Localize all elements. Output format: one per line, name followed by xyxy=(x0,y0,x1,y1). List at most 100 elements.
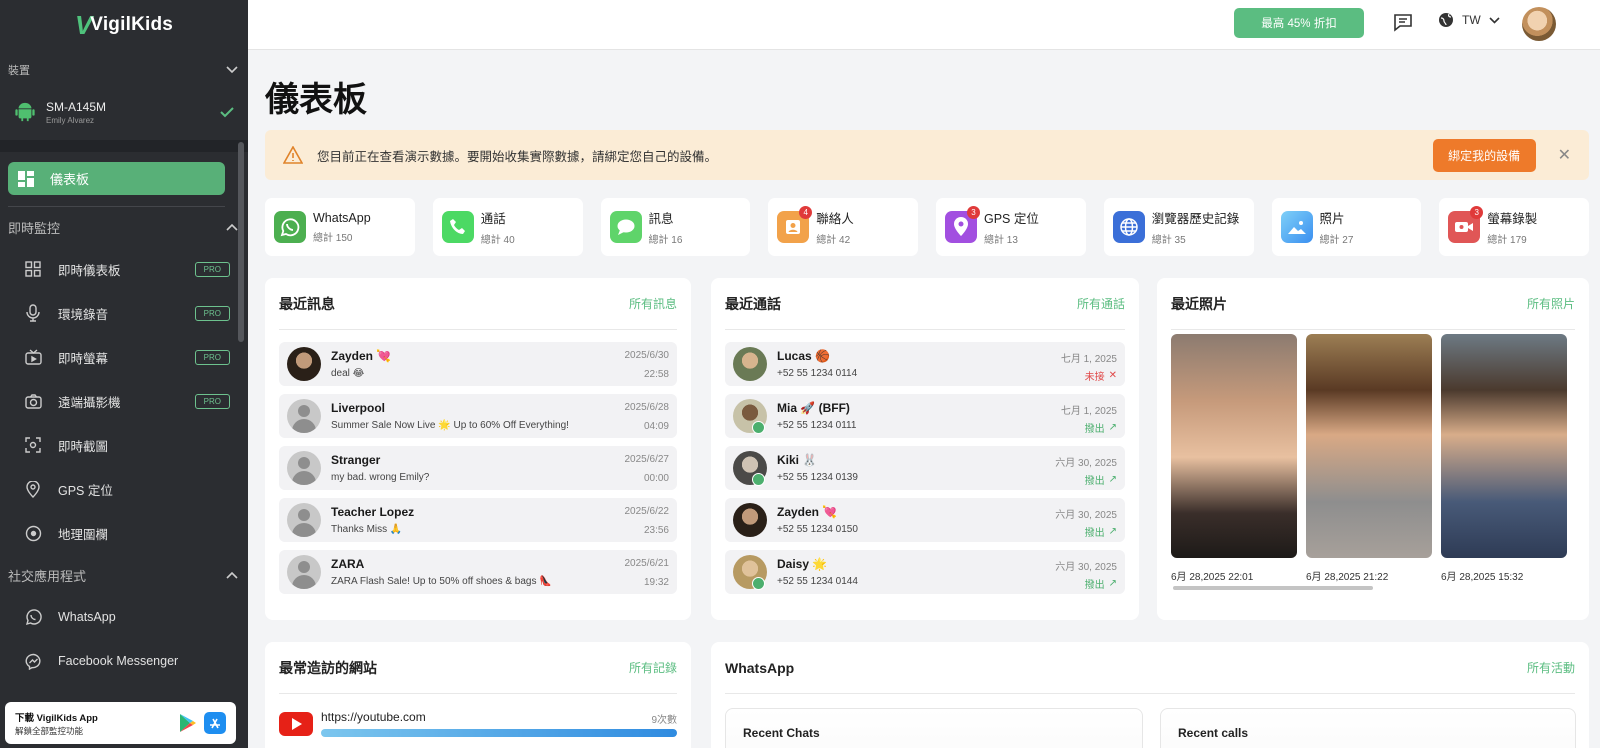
stat-name: GPS 定位 xyxy=(984,212,1039,226)
whatsapp-card: WhatsApp 所有活動 Recent Chats Recent calls xyxy=(711,642,1589,748)
photos-scrollbar[interactable] xyxy=(1173,586,1373,590)
call-date: 七月 1, 2025 xyxy=(1060,406,1117,417)
sidebar-item-geofence[interactable]: 地理圍欄 xyxy=(0,511,248,555)
contact-name: Kiki 🐰 xyxy=(777,453,818,467)
stat-card-messages[interactable]: 訊息 總計 16 xyxy=(600,198,751,256)
feedback-icon[interactable] xyxy=(1393,12,1413,32)
sidebar-item-dashboard[interactable]: 儀表板 xyxy=(8,162,225,195)
sidebar-item-live-screen[interactable]: 即時螢幕 PRO xyxy=(0,335,248,379)
phone-icon xyxy=(441,211,474,243)
photo-thumbnail[interactable] xyxy=(1441,334,1567,558)
stat-card-whatsapp[interactable]: WhatsApp 總計 150 xyxy=(265,198,415,256)
sidebar-item-gps[interactable]: GPS 定位 xyxy=(0,467,248,511)
promo-button[interactable]: 最高 45% 折扣 xyxy=(1234,8,1364,38)
realtime-section-header[interactable]: 即時監控 xyxy=(0,207,248,247)
message-date: 2025/6/21 xyxy=(624,558,670,569)
stat-name: 螢幕錄製 xyxy=(1487,212,1538,226)
sidebar-item-messenger[interactable]: Facebook Messenger xyxy=(0,639,248,683)
call-status-label: 撥出 xyxy=(1084,580,1105,591)
bind-device-button[interactable]: 綁定我的設備 xyxy=(1432,138,1536,172)
avatar xyxy=(733,347,767,381)
youtube-icon xyxy=(279,712,313,736)
stat-name: WhatsApp xyxy=(313,210,371,225)
stat-total: 總計 179 xyxy=(1487,235,1527,246)
sidebar-item-ambient-recording[interactable]: 環境錄音 PRO xyxy=(0,291,248,335)
call-row[interactable]: Kiki 🐰 +52 55 1234 0139 六月 30, 2025 撥出 ↗ xyxy=(725,446,1125,490)
avatar xyxy=(287,451,321,485)
message-preview: Summer Sale Now Live 🌟 Up to 60% Off Eve… xyxy=(331,420,569,431)
chevron-down-icon xyxy=(224,62,240,78)
message-row[interactable]: Stranger my bad. wrong Emily? 2025/6/27 … xyxy=(279,446,677,490)
stat-total: 總計 16 xyxy=(648,235,683,246)
sidebar-item-whatsapp[interactable]: WhatsApp xyxy=(0,595,248,639)
device-selector[interactable]: SM-A145M Emily Alvarez xyxy=(0,88,248,136)
download-app-banner[interactable]: 下載 VigilKids App 解鎖全部監控功能 xyxy=(5,702,236,744)
message-row[interactable]: ZARA ZARA Flash Sale! Up to 50% off shoe… xyxy=(279,550,677,594)
call-row[interactable]: Zayden 💘 +52 55 1234 0150 六月 30, 2025 撥出… xyxy=(725,498,1125,542)
whatsapp-icon xyxy=(24,608,42,626)
all-photos-link[interactable]: 所有照片 xyxy=(1527,295,1575,312)
whatsapp-badge-icon xyxy=(752,421,765,434)
contact-phone: +52 55 1234 0139 xyxy=(777,472,858,483)
outgoing-arrow-icon: ↗ xyxy=(1108,526,1117,537)
call-status-outgoing: 撥出 ↗ xyxy=(1085,576,1117,591)
main-content: 儀表板 您目前正在查看演示數據。要開始收集實際數據，請綁定您自己的設備。 綁定我… xyxy=(248,50,1600,748)
message-row[interactable]: Teacher Lopez Thanks Miss 🙏 2025/6/22 23… xyxy=(279,498,677,542)
message-date: 2025/6/22 xyxy=(624,506,670,517)
geofence-icon xyxy=(24,524,42,542)
message-row[interactable]: Liverpool Summer Sale Now Live 🌟 Up to 6… xyxy=(279,394,677,438)
all-activity-link[interactable]: 所有活動 xyxy=(1527,659,1575,676)
photo-thumbnail[interactable] xyxy=(1171,334,1297,558)
stat-card-calls[interactable]: 通話 總計 40 xyxy=(432,198,583,256)
avatar[interactable] xyxy=(1522,7,1556,41)
all-messages-link[interactable]: 所有訊息 xyxy=(629,295,677,312)
recent-chats-panel: Recent Chats xyxy=(725,708,1143,748)
device-section-header[interactable]: 裝置 xyxy=(0,52,248,88)
camera-icon xyxy=(24,392,42,410)
whatsapp-icon xyxy=(274,211,306,243)
call-row[interactable]: Daisy 🌟 +52 55 1234 0144 六月 30, 2025 撥出 … xyxy=(725,550,1125,594)
message-icon xyxy=(609,211,642,243)
recent-calls-panel: Recent calls xyxy=(1160,708,1576,748)
close-icon[interactable]: ✕ xyxy=(1558,145,1571,165)
contact-phone: +52 55 1234 0150 xyxy=(777,524,858,535)
photo-thumbnail[interactable] xyxy=(1306,334,1432,558)
sidebar-scrollbar[interactable] xyxy=(238,142,244,342)
warning-icon xyxy=(283,146,303,164)
call-row[interactable]: Mia 🚀 (BFF) +52 55 1234 0111 七月 1, 2025 … xyxy=(725,394,1125,438)
call-row[interactable]: Lucas 🏀 +52 55 1234 0114 七月 1, 2025 未接 ✕ xyxy=(725,342,1125,386)
avatar xyxy=(287,399,321,433)
stat-card-browser-history[interactable]: 瀏覽器歷史記錄 總計 35 xyxy=(1103,198,1254,256)
stat-card-contacts[interactable]: 4 聯絡人 總計 42 xyxy=(768,198,918,256)
stat-card-screen-recording[interactable]: 3 螢幕錄製總計 179 xyxy=(1439,198,1589,256)
language-selector[interactable]: TW xyxy=(1438,12,1500,28)
app-store-icon[interactable] xyxy=(204,712,226,734)
google-play-icon[interactable] xyxy=(176,712,198,734)
stat-card-photos[interactable]: 照片 總計 27 xyxy=(1271,198,1422,256)
sidebar-item-realtime-dashboard[interactable]: 即時儀表板 PRO xyxy=(0,247,248,291)
all-records-link[interactable]: 所有記錄 xyxy=(629,659,677,676)
site-row[interactable]: https://youtube.com 9次數 xyxy=(279,706,677,746)
notification-badge: 3 xyxy=(967,206,980,219)
stat-card-gps[interactable]: 3 GPS 定位 總計 13 xyxy=(936,198,1086,256)
stats-row: WhatsApp 總計 150 通話 總計 40 訊息 總計 16 4 聯絡人 總計 4… xyxy=(265,198,1589,256)
messenger-icon xyxy=(24,652,42,670)
sidebar-item-live-screenshot[interactable]: 即時截圖 xyxy=(0,423,248,467)
message-time: 00:00 xyxy=(643,473,669,484)
visit-count: 9次數 xyxy=(651,715,677,726)
stat-name: 通話 xyxy=(480,212,506,226)
contact-name: Lucas 🏀 xyxy=(777,349,830,363)
contact-name: Zayden 💘 xyxy=(331,349,392,363)
notification-badge: 3 xyxy=(1470,206,1484,219)
sidebar-item-remote-camera[interactable]: 遠端攝影機 PRO xyxy=(0,379,248,423)
dashboard-grid-icon xyxy=(24,260,42,278)
message-row[interactable]: Zayden 💘 deal 😂 2025/6/30 22:58 xyxy=(279,342,677,386)
contact-phone: +52 55 1234 0114 xyxy=(777,368,858,379)
logo[interactable]: V VigilKids xyxy=(0,0,248,50)
social-section-header[interactable]: 社交應用程式 xyxy=(0,555,248,595)
all-calls-link[interactable]: 所有通話 xyxy=(1077,295,1125,312)
avatar xyxy=(287,347,321,381)
card-title: 最近通話 xyxy=(725,295,781,312)
recent-calls-card: 最近通話 所有通話 Lucas 🏀 +52 55 1234 0114 七月 1,… xyxy=(711,278,1139,620)
contact-name: Mia 🚀 (BFF) xyxy=(777,401,850,415)
